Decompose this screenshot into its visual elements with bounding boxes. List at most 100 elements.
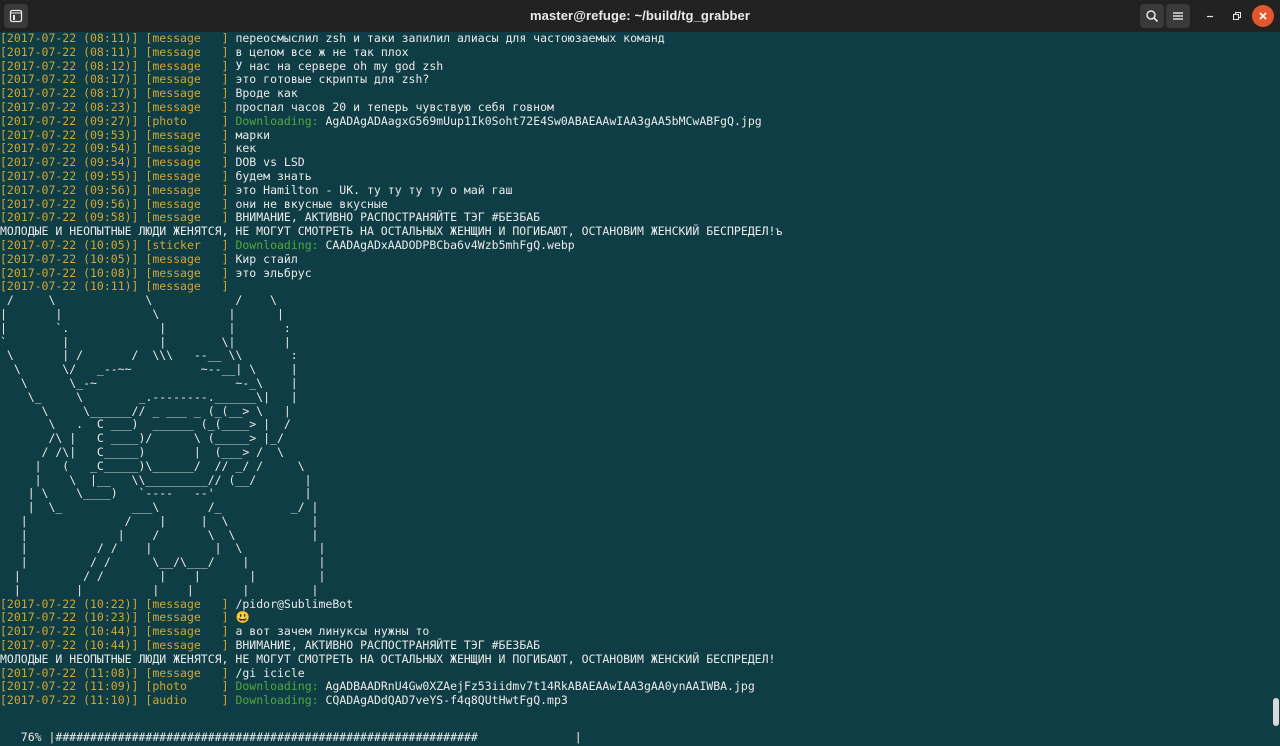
line-text: МОЛОДЫЕ И НЕОПЫТНЫЕ ЛЮДИ ЖЕНЯТСЯ, НЕ МОГ…: [0, 224, 783, 239]
ascii-art-line: | / / \__/\___/ | |: [0, 555, 326, 570]
line-text: AgADBAADRnU4Gw0XZAejFz53iidmv7t14RkABAEA…: [325, 679, 755, 694]
line-type: [message ]: [145, 251, 229, 266]
downloading-label: Downloading:: [235, 679, 319, 694]
scrollbar[interactable]: [1272, 32, 1280, 728]
ascii-art-line: | | / \ \ |: [0, 527, 319, 542]
terminal-line: [2017-07-22 (10:44)] [message ] а вот за…: [0, 624, 1272, 639]
ascii-art-line: \ . C ___) ______ (_(____> | /: [0, 417, 291, 432]
line-timestamp: [2017-07-22 (10:08)]: [0, 265, 139, 280]
terminal-line: [2017-07-22 (09:56)] [message ] это Hami…: [0, 182, 1272, 198]
line-text: это эльбрус: [235, 265, 312, 280]
ascii-art-line: | | | | | |: [0, 582, 319, 597]
line-text: это Hamilton - UK. ту ту ту ту о май гаш: [235, 182, 513, 197]
ascii-art-line: | | \ | |: [0, 306, 284, 321]
line-timestamp: [2017-07-22 (08:17)]: [0, 86, 139, 101]
hamburger-menu-icon[interactable]: [1166, 4, 1190, 28]
line-type: [message ]: [145, 32, 229, 45]
terminal-line: [2017-07-22 (08:11)] [message ] в целом …: [0, 44, 1272, 60]
line-timestamp: [2017-07-22 (10:05)]: [0, 251, 139, 266]
ascii-art-line: \ \______// _ ___ _ (_(__> \ |: [0, 403, 291, 418]
line-timestamp: [2017-07-22 (10:05)]: [0, 237, 139, 252]
ascii-art-line: | \ \____) `---- --' |: [0, 486, 312, 501]
ascii-art-line: | ( _C_____)\______/ // _/ / \: [0, 458, 305, 473]
terminal-line: [2017-07-22 (10:23)] [message ] 😃: [0, 611, 1272, 625]
terminal-line: [2017-07-22 (10:11)] [message ]: [0, 279, 1272, 294]
line-timestamp: [2017-07-22 (08:12)]: [0, 58, 139, 73]
line-timestamp: [2017-07-22 (09:58)]: [0, 210, 139, 225]
terminal-line: [2017-07-22 (08:11)] [message ] переосмы…: [0, 32, 1272, 46]
line-text: DOB vs LSD: [235, 155, 305, 170]
line-timestamp: [2017-07-22 (09:54)]: [0, 141, 139, 156]
line-text: Вроде как: [235, 86, 298, 101]
line-timestamp: [2017-07-22 (11:10)]: [0, 693, 139, 708]
terminal-line: [2017-07-22 (10:05)] [sticker ] Download…: [0, 237, 1272, 253]
close-icon[interactable]: [1252, 5, 1274, 27]
line-text: Кир стайл: [235, 251, 298, 266]
progress-percent: 76%: [13, 730, 42, 744]
terminal-line: [2017-07-22 (08:12)] [message ] У нас на…: [0, 58, 1272, 74]
terminal-line: [2017-07-22 (08:23)] [message ] проспал …: [0, 99, 1272, 115]
ascii-art-line: / \ \ / \: [0, 293, 277, 308]
terminal-line: [2017-07-22 (10:05)] [message ] Кир стай…: [0, 251, 1272, 267]
downloading-label: Downloading:: [235, 113, 319, 128]
terminal-line: [2017-07-22 (10:08)] [message ] это эльб…: [0, 265, 1272, 281]
line-type: [message ]: [145, 155, 229, 170]
terminal-line: МОЛОДЫЕ И НЕОПЫТНЫЕ ЛЮДИ ЖЕНЯТСЯ, НЕ МОГ…: [0, 651, 1272, 667]
line-timestamp: [2017-07-22 (09:53)]: [0, 127, 139, 142]
line-timestamp: [2017-07-22 (09:27)]: [0, 113, 139, 128]
line-type: [message ]: [145, 127, 229, 142]
ascii-art-line: ` | | \| |: [0, 334, 291, 349]
line-text: CQADAgADdQAD7veYS-f4q8QUtHwtFgQ.mp3: [325, 693, 568, 708]
terminal-line: [2017-07-22 (09:27)] [photo ] Downloadin…: [0, 113, 1272, 129]
line-type: [message ]: [145, 610, 229, 625]
line-type: [message ]: [145, 72, 229, 87]
line-timestamp: [2017-07-22 (10:11)]: [0, 279, 139, 294]
line-text: а вот зачем линуксы нужны то: [235, 624, 430, 639]
terminal-line: [2017-07-22 (09:54)] [message ] DOB vs L…: [0, 155, 1272, 170]
line-type: [message ]: [145, 86, 229, 101]
line-type: [message ]: [145, 196, 229, 211]
line-type: [sticker ]: [145, 237, 229, 252]
scrollbar-thumb[interactable]: [1273, 698, 1279, 726]
line-text: МОЛОДЫЕ И НЕОПЫТНЫЕ ЛЮДИ ЖЕНЯТСЯ, НЕ МОГ…: [0, 651, 776, 666]
downloading-label: Downloading:: [235, 237, 319, 252]
line-timestamp: [2017-07-22 (10:22)]: [0, 596, 139, 611]
terminal-line: [2017-07-22 (08:17)] [message ] Вроде ка…: [0, 86, 1272, 101]
line-text: это готовые скрипты для zsh?: [235, 72, 430, 87]
terminal-output[interactable]: [2017-07-22 (08:11)] [message ] переосмы…: [0, 32, 1272, 728]
line-type: [message ]: [145, 624, 229, 639]
title-bar: master@refuge: ~/build/tg_grabber: [0, 0, 1280, 32]
ascii-art-line: /\ | C ____)/ \ (_____> |_/: [0, 431, 284, 446]
line-type: [audio ]: [145, 693, 229, 708]
line-type: [message ]: [145, 596, 229, 611]
line-text: кек: [235, 141, 257, 156]
progress-bar: |#######################################…: [48, 730, 582, 744]
line-timestamp: [2017-07-22 (08:23)]: [0, 99, 139, 114]
maximize-icon[interactable]: [1225, 4, 1249, 28]
line-text: марки: [235, 127, 271, 142]
minimize-icon[interactable]: [1198, 4, 1222, 28]
downloading-label: Downloading:: [235, 693, 319, 708]
terminal-line: [2017-07-22 (09:54)] [message ] кек: [0, 141, 1272, 156]
ascii-art-line: / /\| C_____) | (___> / \: [0, 444, 284, 459]
line-type: [message ]: [145, 279, 229, 294]
line-type: [message ]: [145, 265, 229, 280]
search-icon[interactable]: [1140, 4, 1164, 28]
line-type: [message ]: [145, 58, 229, 73]
line-type: [message ]: [145, 44, 229, 59]
line-timestamp: [2017-07-22 (09:56)]: [0, 196, 139, 211]
line-text: У нас на сервере oh my god zsh: [235, 58, 444, 73]
ascii-art-line: | \ |__ \\_________// (__/ |: [0, 472, 312, 487]
ascii-art-line: | `. | | :: [0, 320, 291, 335]
line-type: [message ]: [145, 665, 229, 680]
line-text: проспал часов 20 и теперь чувствую себя …: [235, 99, 554, 114]
line-text: ВНИМАНИЕ, АКТИВНО РАСПОСТРАНЯЙТЕ ТЭГ #БЕ…: [235, 210, 541, 225]
line-timestamp: [2017-07-22 (10:44)]: [0, 638, 139, 653]
line-text: они не вкусные вкусные: [235, 196, 388, 211]
line-timestamp: [2017-07-22 (10:23)]: [0, 610, 139, 625]
terminal-line: [2017-07-22 (08:17)] [message ] это гото…: [0, 72, 1272, 87]
terminal-line: [2017-07-22 (10:22)] [message ] /pidor@S…: [0, 596, 1272, 612]
terminal-line: [2017-07-22 (11:10)] [audio ] Downloadin…: [0, 693, 1272, 708]
terminal-line: [2017-07-22 (09:55)] [message ] будем зн…: [0, 169, 1272, 184]
window-title: master@refuge: ~/build/tg_grabber: [529, 8, 751, 23]
